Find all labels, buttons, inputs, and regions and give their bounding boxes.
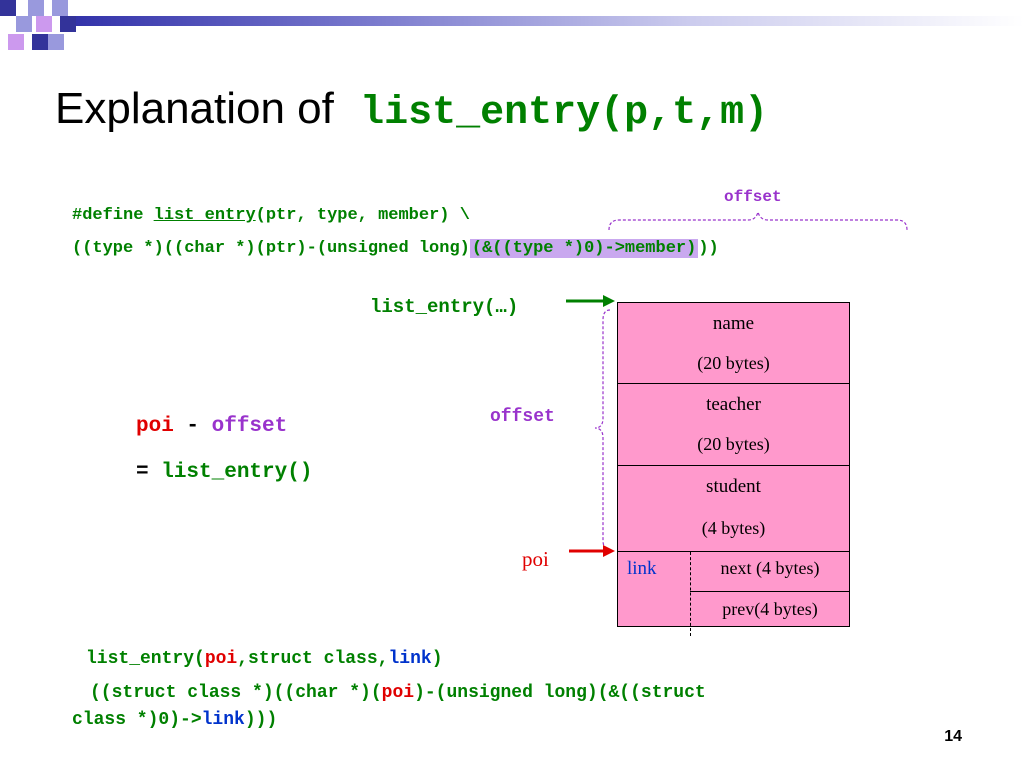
example-poi: poi <box>381 683 415 703</box>
formula-result: list_entry() <box>161 461 313 484</box>
formula-equals: = <box>136 461 162 484</box>
example-text: ) <box>431 649 443 669</box>
example-text: )-(unsigned long)(&((struct <box>414 683 706 703</box>
poi-arrowhead <box>603 545 615 557</box>
offset-brace-left <box>594 309 611 551</box>
example-text: class *)0)-> <box>72 710 202 730</box>
formula-poi: poi <box>136 415 174 438</box>
list-entry-arrowhead <box>603 295 615 307</box>
formula-minus: - <box>173 415 212 438</box>
formula-offset: offset <box>211 415 288 438</box>
example-link: link <box>201 710 245 730</box>
offset-brace-top <box>608 211 908 231</box>
example-text: ,struct class, <box>237 649 389 669</box>
example-text: ((struct class *)((char *)( <box>90 683 382 703</box>
formula-line-2: = list_entry() <box>136 461 312 484</box>
example-line-2: ((struct class *)((char *)(poi)-(unsigne… <box>90 683 706 703</box>
example-text: ))) <box>244 710 278 730</box>
slide-number: 14 <box>944 728 962 745</box>
example-line-1: list_entry(poi,struct class,link) <box>86 649 443 669</box>
example-text: list_entry( <box>86 649 205 669</box>
formula-line-1: poi - offset <box>136 415 287 438</box>
example-link: link <box>388 649 432 669</box>
example-poi: poi <box>204 649 238 669</box>
example-line-3: class *)0)->link))) <box>72 710 277 730</box>
